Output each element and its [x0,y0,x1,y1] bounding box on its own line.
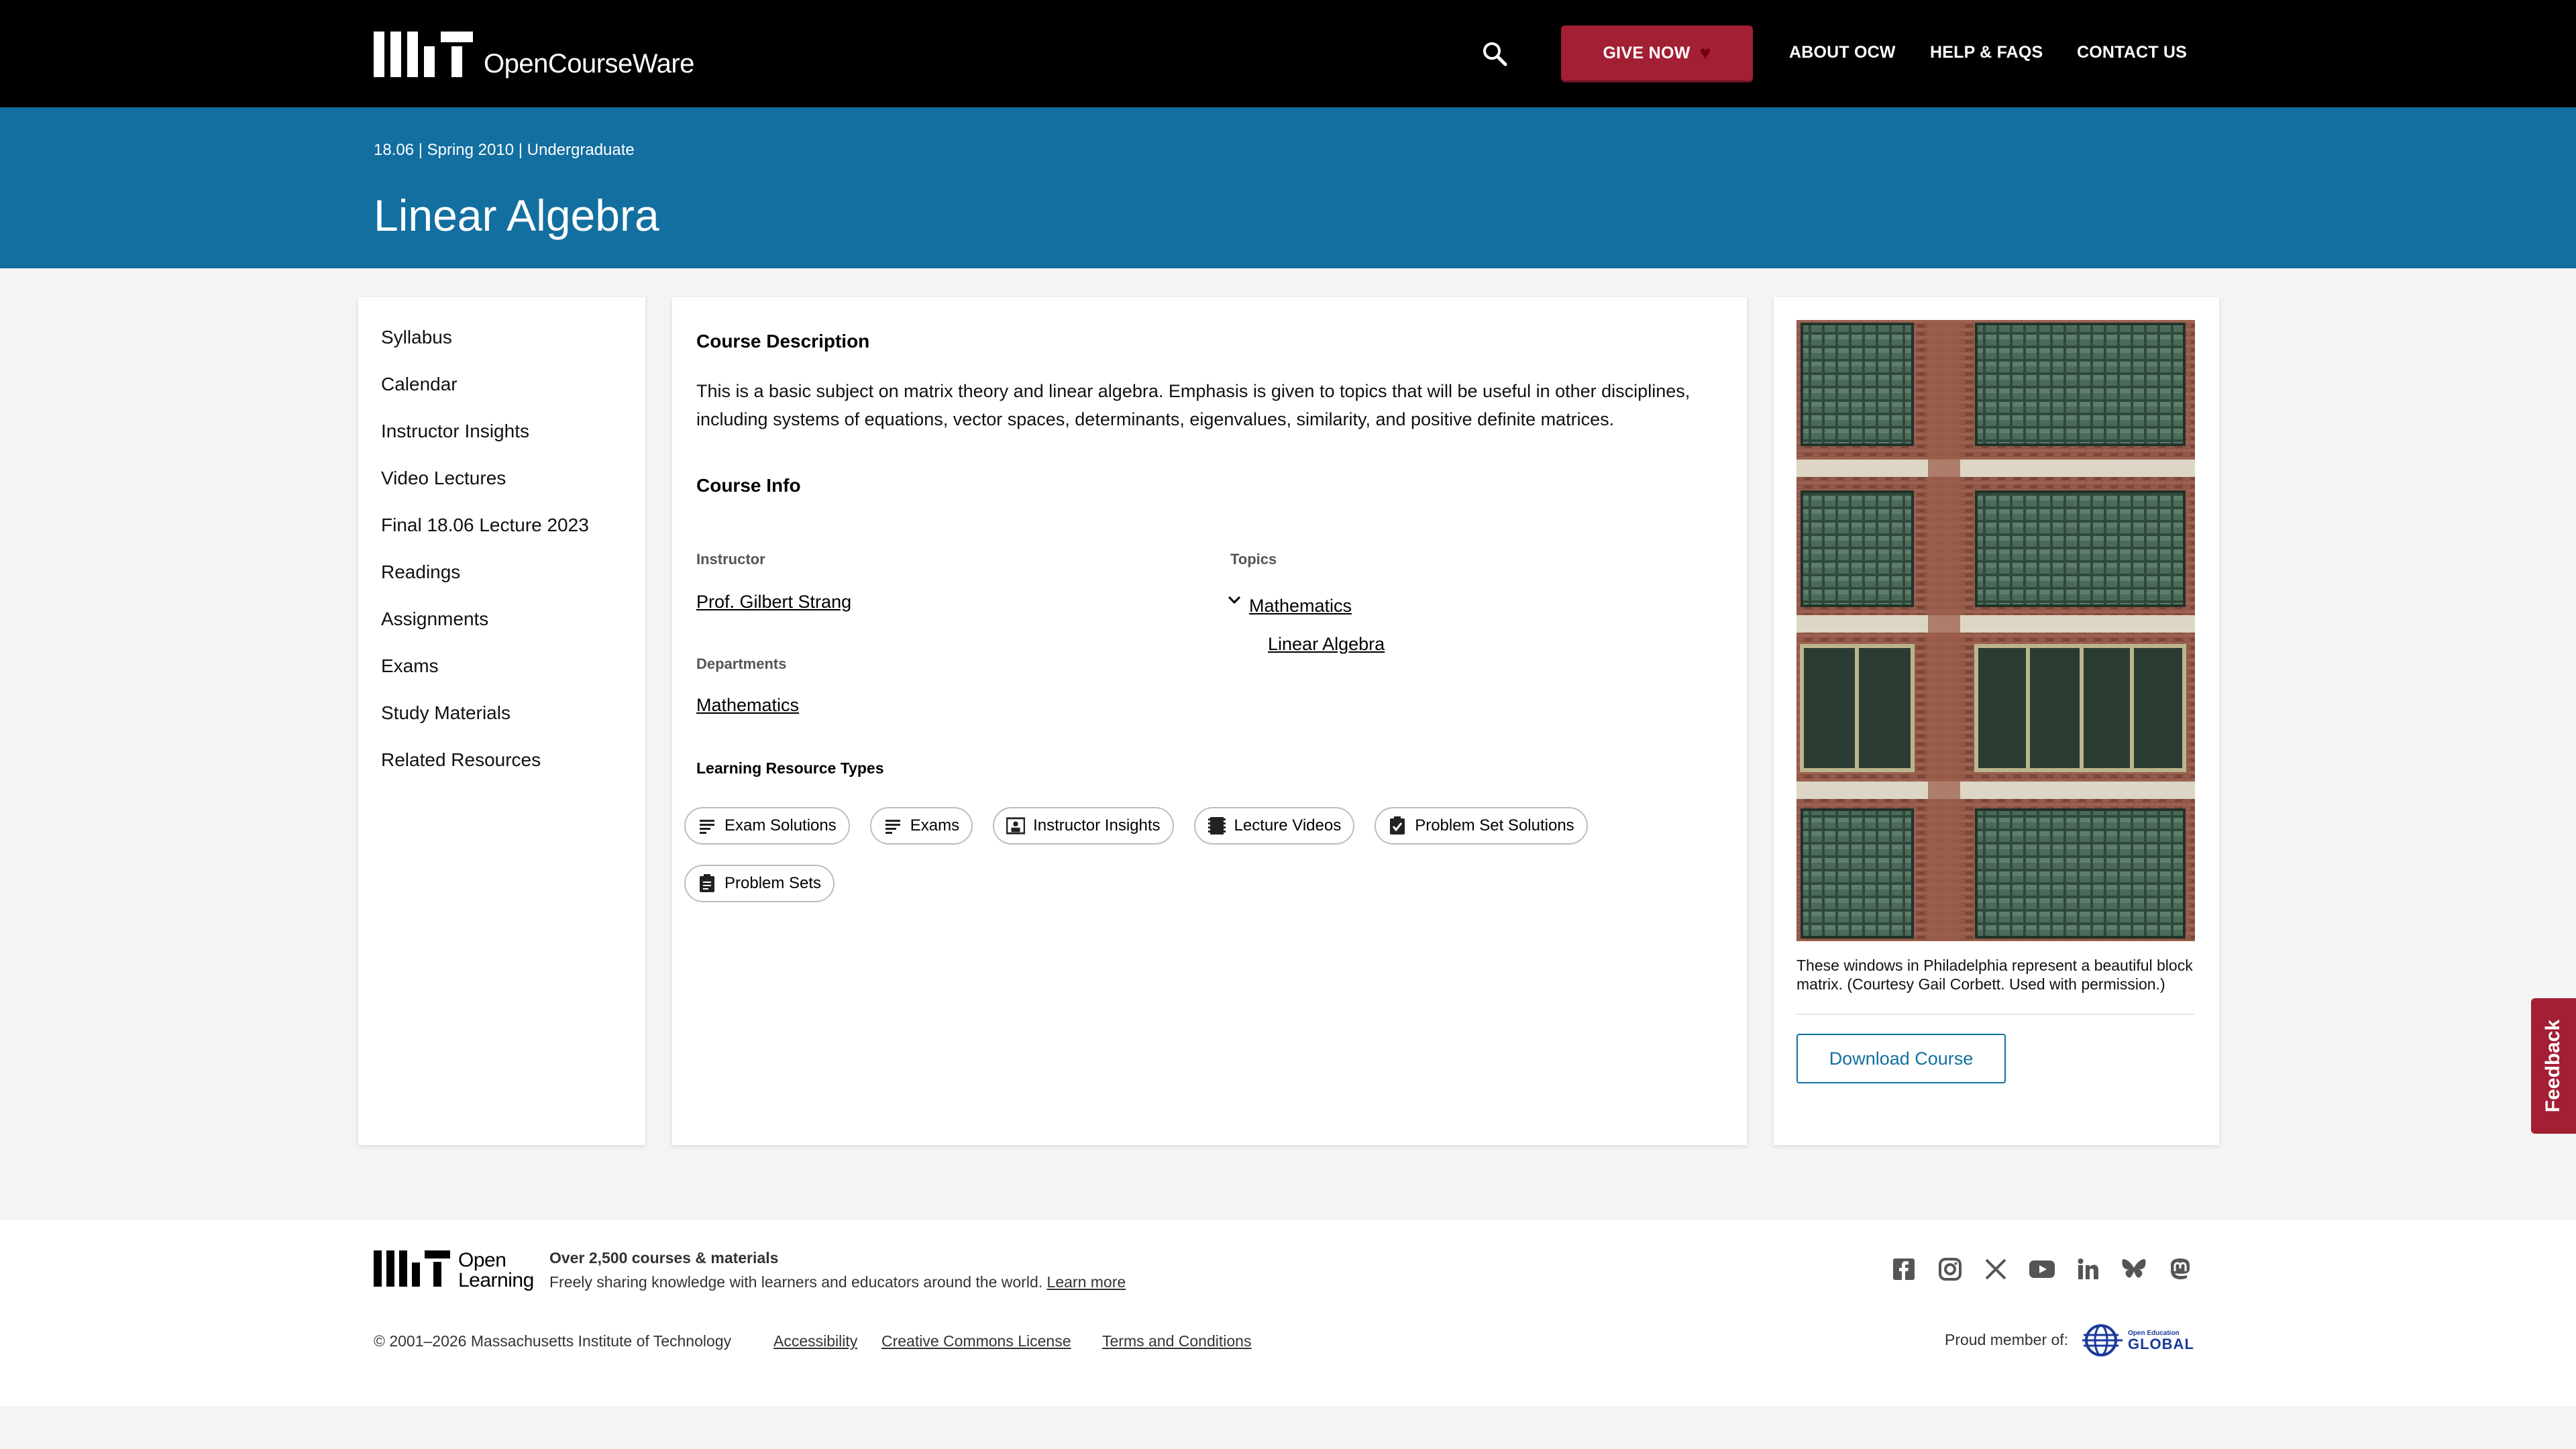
facebook-icon[interactable] [1890,1256,1917,1283]
accessibility-link[interactable]: Accessibility [773,1332,857,1350]
footer: Open Learning Over 2,500 courses & mater… [0,1220,2576,1406]
course-description: This is a basic subject on matrix theory… [696,381,1690,429]
footer-bottom-strip [0,1406,2576,1449]
x-icon[interactable] [1982,1256,2009,1283]
give-now-label: GIVE NOW [1603,43,1690,62]
footer-tagline: Freely sharing knowledge with learners a… [549,1273,1126,1291]
pill-label: Lecture Videos [1234,816,1342,835]
pill-instructor-insights[interactable]: Instructor Insights [993,807,1174,845]
pill-label: Instructor Insights [1033,816,1161,835]
image-caption: These windows in Philadelphia represent … [1796,957,2193,993]
course-main-panel: Course Description This is a basic subje… [672,297,1747,1145]
notes-icon [698,816,716,835]
pill-label: Problem Sets [724,874,822,892]
pill-lecture-videos[interactable]: Lecture Videos [1193,807,1355,845]
youtube-icon[interactable] [2029,1256,2055,1283]
mit-logo-icon [374,32,473,77]
film-icon [1208,816,1226,835]
notes-icon [883,816,902,835]
linkedin-icon[interactable] [2075,1256,2102,1283]
heart-icon: ♥ [1699,42,1711,63]
instructor-link[interactable]: Prof. Gilbert Strang [696,592,851,612]
globe-icon [2082,1324,2123,1356]
course-description-heading: Course Description [696,331,870,352]
open-education-global-logo[interactable]: Open Education GLOBAL [2081,1322,2194,1359]
course-banner [0,107,2576,268]
chevron-down-icon[interactable] [1226,592,1242,612]
sidebar-item-readings[interactable]: Readings [358,563,645,612]
pill-exams[interactable]: Exams [869,807,973,845]
open-learning-logo[interactable]: Open Learning [374,1250,534,1291]
instructor-label: Instructor [696,551,765,568]
departments-label: Departments [696,655,787,672]
copyright-text: © 2001–2026 Massachusetts Institute of T… [374,1332,732,1350]
course-info-grid: Instructor Prof. Gilbert Strang Departme… [696,530,1723,731]
give-now-button[interactable]: GIVE NOW ♥ [1561,25,1753,80]
sidebar-item-video-lectures[interactable]: Video Lectures [358,469,645,519]
pill-label: Problem Set Solutions [1415,816,1574,835]
learning-resource-types-heading: Learning Resource Types [696,759,884,777]
department-link[interactable]: Mathematics [696,695,799,716]
nav-about-ocw[interactable]: ABOUT OCW [1789,43,1896,62]
instructor-icon [1006,816,1026,835]
bluesky-icon[interactable] [2121,1256,2147,1283]
ol-text-learning: Learning [458,1269,534,1291]
course-info-heading: Course Info [696,475,801,496]
page-title: Linear Algebra [374,191,659,240]
course-image [1796,320,2195,941]
pill-label: Exam Solutions [724,816,837,835]
clipboard-icon [698,874,716,893]
mastodon-icon[interactable] [2167,1256,2194,1283]
sidebar-item-related-resources[interactable]: Related Resources [358,751,645,800]
mit-logo-icon [374,1250,450,1287]
pill-exam-solutions[interactable]: Exam Solutions [684,807,850,845]
pill-label: Exams [910,816,960,835]
learn-more-link[interactable]: Learn more [1047,1273,1126,1291]
course-sidebar: Syllabus Calendar Instructor Insights Vi… [358,297,645,1145]
sidebar-item-exams[interactable]: Exams [358,657,645,706]
sidebar-item-syllabus[interactable]: Syllabus [358,328,645,378]
sidebar-item-assignments[interactable]: Assignments [358,610,645,659]
creative-commons-link[interactable]: Creative Commons License [881,1332,1071,1350]
sidebar-item-final-lecture-2023[interactable]: Final 18.06 Lecture 2023 [358,516,645,566]
feedback-tab[interactable]: Feedback [2531,998,2576,1134]
footer-tagline-text: Freely sharing knowledge with learners a… [549,1273,1043,1291]
sidebar-item-calendar[interactable]: Calendar [358,375,645,425]
divider [1796,1014,2195,1015]
pill-problem-set-solutions[interactable]: Problem Set Solutions [1375,807,1588,845]
logo-text: OpenCourseWare [484,49,694,78]
ol-text-open: Open [458,1249,506,1271]
nav-help-faqs[interactable]: HELP & FAQS [1930,43,2043,62]
course-image-panel: These windows in Philadelphia represent … [1774,297,2219,1145]
ocw-logo[interactable]: OpenCourseWare [374,32,694,77]
course-meta: 18.06 | Spring 2010 | Undergraduate [374,141,635,159]
topic-link[interactable]: Mathematics [1249,596,1352,616]
instagram-icon[interactable] [1937,1256,1964,1283]
resource-type-pills: Exam Solutions Exams Instructor Insights… [684,807,1690,902]
topics-label: Topics [1230,551,1277,568]
feedback-label: Feedback [2542,1019,2565,1113]
pill-problem-sets[interactable]: Problem Sets [684,865,835,902]
search-icon[interactable] [1479,38,1511,70]
sidebar-item-instructor-insights[interactable]: Instructor Insights [358,422,645,472]
proud-member-text: Proud member of: [1945,1331,2069,1348]
terms-link[interactable]: Terms and Conditions [1102,1332,1251,1350]
nav-contact-us[interactable]: CONTACT US [2077,43,2187,62]
sidebar-item-study-materials[interactable]: Study Materials [358,704,645,753]
subtopic-link[interactable]: Linear Algebra [1268,634,1385,655]
oeg-big-text: GLOBAL [2128,1335,2194,1352]
top-navbar: OpenCourseWare GIVE NOW ♥ ABOUT OCW HELP… [0,0,2576,107]
download-course-button[interactable]: Download Course [1796,1034,2006,1083]
checked-clipboard-icon [1388,816,1407,835]
footer-headline: Over 2,500 courses & materials [549,1249,779,1267]
